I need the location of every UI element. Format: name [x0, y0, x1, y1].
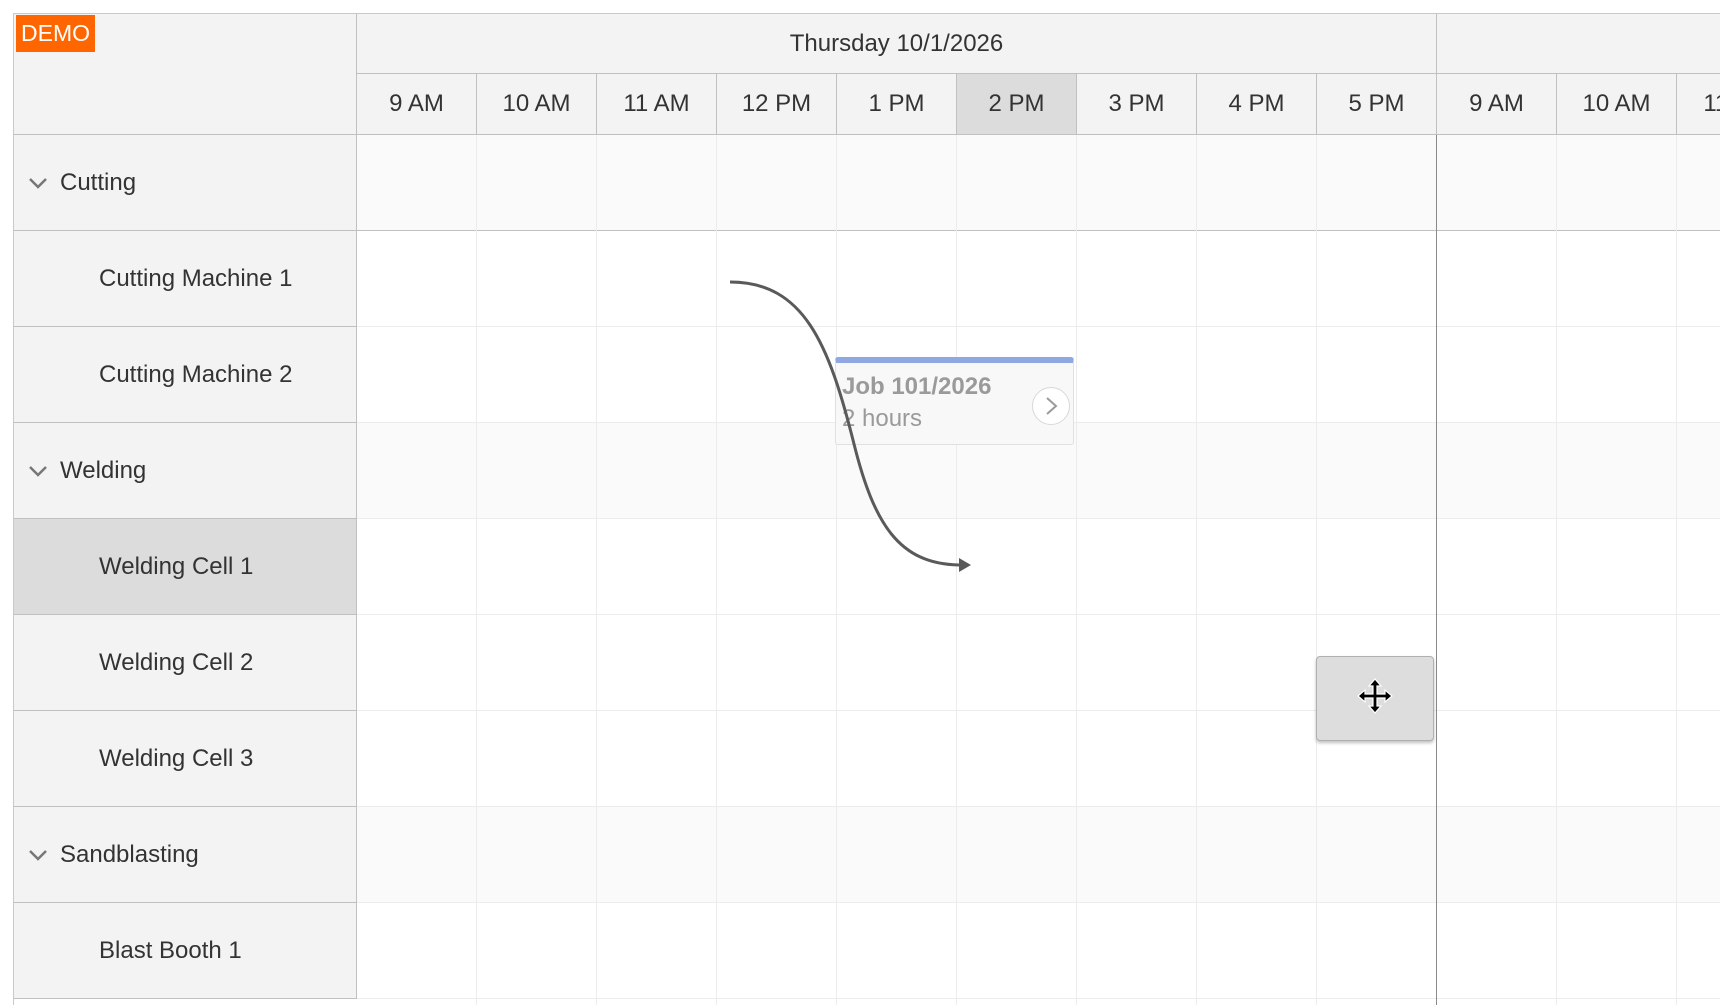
- grid-column-line: [1316, 135, 1317, 1005]
- schedule-grid[interactable]: Job 101/2026 2 hours: [357, 135, 1720, 1005]
- chevron-down-icon[interactable]: [26, 843, 50, 867]
- grid-column-line: [1076, 135, 1077, 1005]
- resource-row[interactable]: Welding Cell 3: [14, 711, 357, 807]
- grid-column-line: [1676, 135, 1677, 1005]
- resource-row[interactable]: Cutting Machine 1: [14, 231, 357, 327]
- grid-column-line: [1556, 135, 1557, 1005]
- grid-column-line: [596, 135, 597, 1005]
- link-drop-target[interactable]: [1316, 656, 1434, 741]
- chevron-down-icon[interactable]: [26, 171, 50, 195]
- grid-column-line: [716, 135, 717, 1005]
- resource-label: Sandblasting: [60, 840, 199, 868]
- resource-row[interactable]: Welding Cell 2: [14, 615, 357, 711]
- resource-row[interactable]: Welding Cell 1: [14, 519, 357, 615]
- hour-header: 11 AM: [1677, 74, 1720, 135]
- grid-row[interactable]: [357, 135, 1720, 231]
- grid-column-line: [956, 135, 957, 1005]
- resource-row[interactable]: Cutting Machine 2: [14, 327, 357, 423]
- event-duration: 2 hours: [842, 405, 923, 432]
- scheduler-corner: DEMO: [14, 14, 357, 135]
- resource-label: Welding: [60, 456, 147, 484]
- chevron-down-icon[interactable]: [26, 459, 50, 483]
- grid-row[interactable]: [357, 807, 1720, 903]
- hour-header: 9 AM: [1437, 74, 1557, 135]
- resource-row[interactable]: Blast Booth 1: [14, 903, 357, 999]
- scheduler: DEMO Thursday 10/1/2026 9 AM 10 AM 11 AM 12…: [13, 13, 1720, 1005]
- hour-header: 2 PM: [957, 74, 1077, 135]
- link-handle-icon[interactable]: [1032, 387, 1070, 425]
- grid-row[interactable]: [357, 711, 1720, 807]
- day-separator: [1436, 135, 1437, 1005]
- resource-group[interactable]: Sandblasting: [14, 807, 357, 903]
- move-icon: [1355, 676, 1395, 721]
- event-title: Job 101/2026: [842, 373, 992, 400]
- day-header-next: [1437, 14, 1720, 74]
- resource-label: Welding Cell 2: [99, 648, 254, 676]
- grid-column-line: [836, 135, 837, 1005]
- resource-group[interactable]: Cutting: [14, 135, 357, 231]
- hour-header: 5 PM: [1317, 74, 1437, 135]
- resource-label: Welding Cell 1: [99, 552, 254, 580]
- day-header: Thursday 10/1/2026: [357, 14, 1437, 74]
- grid-column-line: [1196, 135, 1197, 1005]
- resource-label: Cutting Machine 1: [99, 264, 293, 292]
- hour-header: 12 PM: [717, 74, 837, 135]
- hour-header: 3 PM: [1077, 74, 1197, 135]
- hour-header: 11 AM: [597, 74, 717, 135]
- grid-row[interactable]: [357, 231, 1720, 327]
- grid-row[interactable]: [357, 615, 1720, 711]
- resource-group[interactable]: Welding: [14, 423, 357, 519]
- hour-header: 10 AM: [477, 74, 597, 135]
- resource-label: Welding Cell 3: [99, 744, 254, 772]
- demo-badge: DEMO: [16, 15, 95, 52]
- hour-header: 9 AM: [357, 74, 477, 135]
- resource-label: Cutting Machine 2: [99, 360, 293, 388]
- grid-row[interactable]: [357, 903, 1720, 999]
- hour-header: 4 PM: [1197, 74, 1317, 135]
- resource-label: Blast Booth 1: [99, 936, 242, 964]
- grid-column-line: [476, 135, 477, 1005]
- resource-label: Cutting: [60, 168, 137, 196]
- grid-row[interactable]: [357, 519, 1720, 615]
- hour-header: 1 PM: [837, 74, 957, 135]
- hour-header: 10 AM: [1557, 74, 1677, 135]
- event-job[interactable]: Job 101/2026 2 hours: [835, 357, 1074, 445]
